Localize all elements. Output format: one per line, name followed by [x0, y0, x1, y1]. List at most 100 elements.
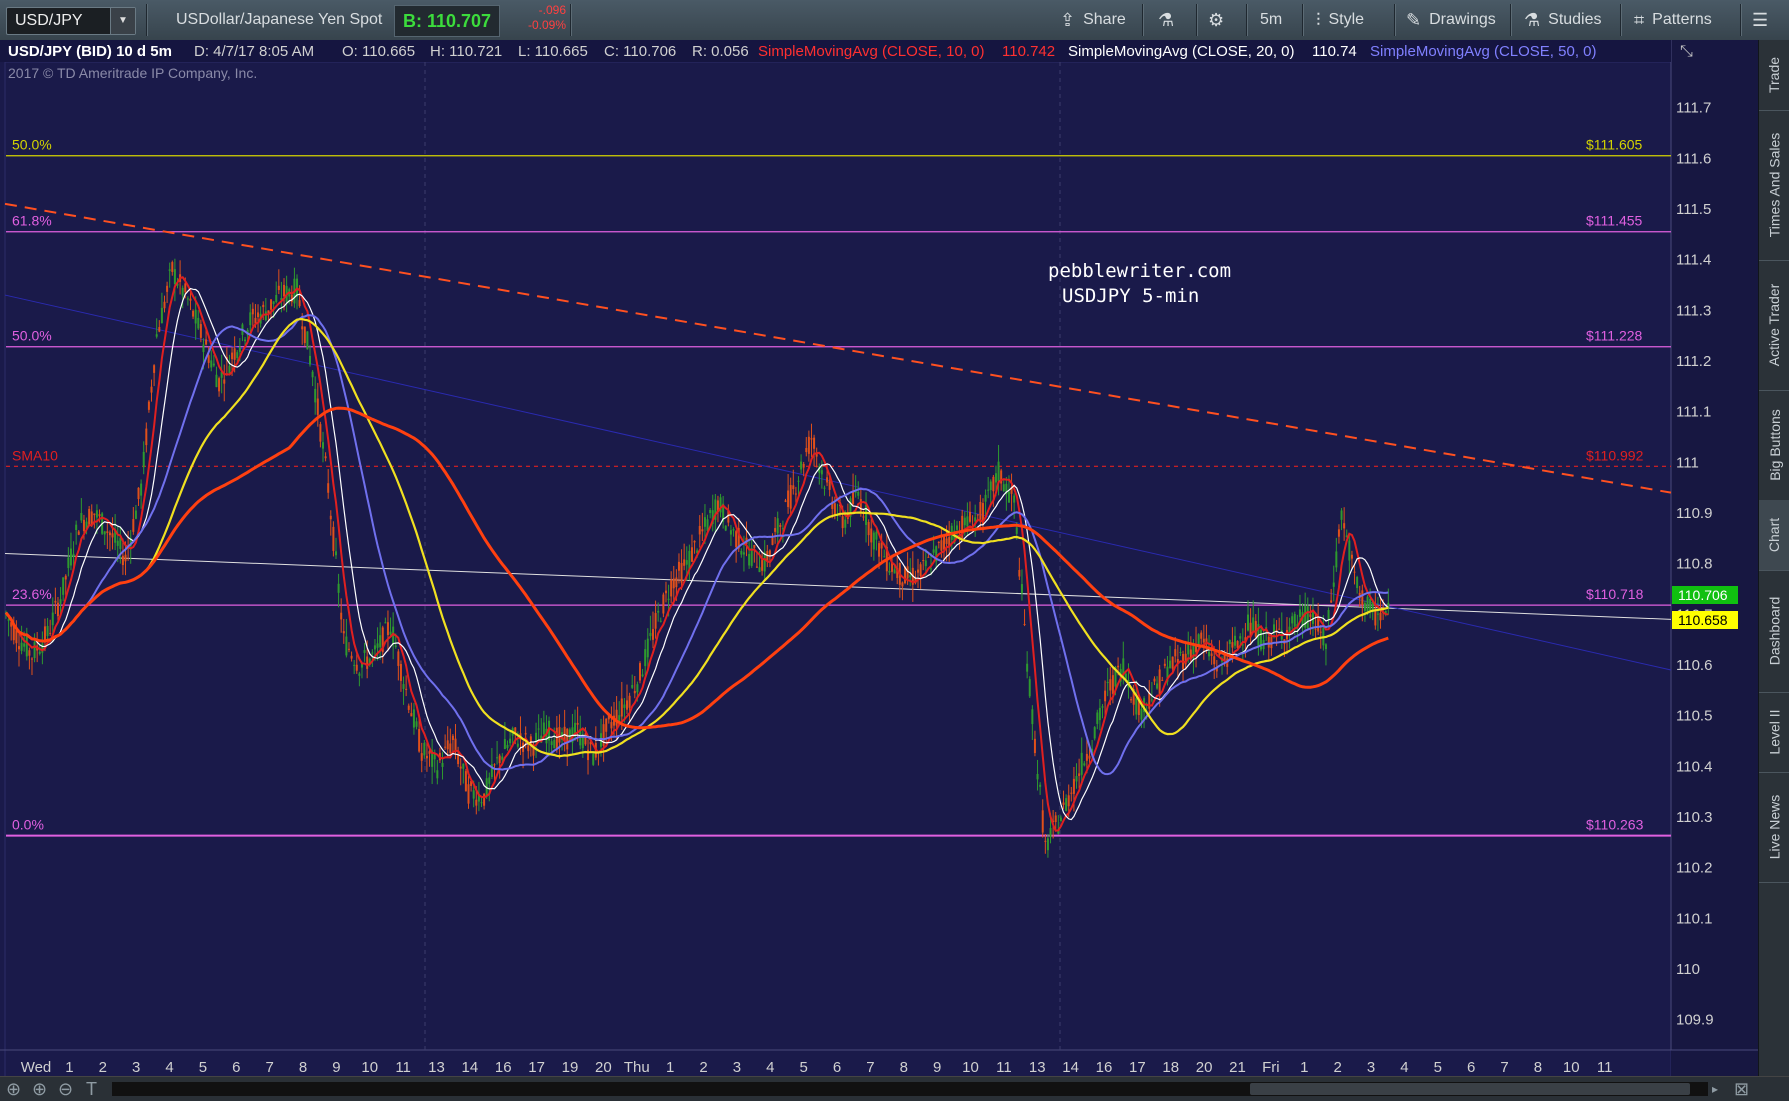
toolbar: USD/JPY ▼ USDollar/Japanese Yen Spot B: …: [0, 0, 1789, 41]
candle-body: [701, 529, 704, 532]
candle-body: [688, 550, 691, 570]
candle-body: [555, 727, 558, 750]
x-tick-label: 2: [99, 1059, 107, 1076]
candle-body: [628, 695, 631, 708]
candle-body: [275, 295, 278, 302]
tab-big-buttons[interactable]: Big Buttons: [1759, 390, 1789, 501]
candle-body: [212, 363, 215, 366]
candle-body: [693, 540, 696, 543]
sma10-label: SimpleMovingAvg (CLOSE, 10, 0): [758, 43, 985, 60]
tab-trade[interactable]: Trade: [1759, 40, 1789, 111]
crosshair-icon[interactable]: ⊕: [6, 1079, 21, 1100]
bid-price: B: 110.707: [403, 11, 492, 31]
timeframe-button[interactable]: 5m: [1260, 0, 1282, 40]
patterns-button[interactable]: ⌗ Patterns: [1634, 0, 1712, 40]
settings-toggle-icon[interactable]: ⊠: [1734, 1079, 1749, 1100]
tab-chart[interactable]: Chart: [1759, 500, 1789, 571]
candle-body: [262, 304, 265, 308]
candle-body: [672, 578, 675, 589]
tab-live-news[interactable]: Live News: [1759, 772, 1789, 883]
candle-body: [332, 526, 335, 551]
candle-body: [25, 635, 28, 657]
tab-dashboard[interactable]: Dashboard: [1759, 570, 1789, 693]
candle-body: [841, 516, 844, 529]
tab-active-trader[interactable]: Active Trader: [1759, 260, 1789, 391]
candle-body: [576, 722, 579, 725]
x-tick-label: 4: [1400, 1059, 1408, 1076]
candle-body: [1135, 698, 1138, 715]
zoom-in-icon[interactable]: ⊕: [32, 1079, 47, 1100]
candle-body: [888, 570, 891, 573]
candle-body: [363, 650, 366, 653]
candle-body: [207, 355, 210, 363]
x-tick-label: 3: [132, 1059, 140, 1076]
menu-button[interactable]: ☰: [1752, 0, 1776, 40]
tab-times-and-sales[interactable]: Times And Sales: [1759, 110, 1789, 261]
price-chart[interactable]: USD/JPY (BID) 10 d 5m D: 4/7/17 8:05 AM …: [0, 40, 1758, 1076]
scrollbar-thumb[interactable]: [1250, 1083, 1690, 1095]
symbol-input[interactable]: USD/JPY ▼: [6, 7, 136, 35]
x-tick-label: 21: [1229, 1059, 1246, 1076]
candle-body: [641, 674, 644, 677]
candle-body: [620, 698, 623, 717]
candle-body: [137, 487, 140, 500]
candle-body: [106, 531, 109, 533]
style-label: Style: [1328, 11, 1365, 28]
style-button[interactable]: ⫶ Style: [1316, 0, 1364, 40]
candle-body: [46, 625, 49, 637]
candle-body: [33, 641, 36, 659]
candle-body: [823, 487, 826, 489]
candle-body: [379, 635, 382, 648]
candle-body: [298, 300, 301, 307]
flask-button[interactable]: ⚗: [1158, 0, 1182, 40]
candle-body: [932, 549, 935, 553]
candle-body: [428, 751, 431, 754]
candle-body: [997, 461, 1000, 481]
candle-body: [309, 355, 312, 365]
candle-body: [111, 533, 114, 538]
candle-body: [51, 612, 54, 626]
candle-body: [1067, 795, 1070, 807]
candle-body: [389, 631, 392, 635]
candle-body: [1363, 603, 1366, 611]
candle-body: [1272, 624, 1275, 633]
x-tick-label: 2: [1333, 1059, 1341, 1076]
candle-body: [789, 485, 792, 509]
candle-body: [516, 743, 519, 747]
scroll-right-icon[interactable]: ▸: [1712, 1082, 1718, 1096]
collapse-icon[interactable]: ⤡: [1680, 43, 1693, 60]
tab-level-ii[interactable]: Level II: [1759, 692, 1789, 773]
candle-body: [475, 799, 478, 806]
candle-body: [397, 651, 400, 666]
chevron-down-icon[interactable]: ▼: [110, 8, 135, 34]
candle-body: [116, 540, 119, 546]
candle-body: [30, 658, 33, 660]
share-button[interactable]: ⇪ Share: [1060, 0, 1126, 40]
x-tick-label: 3: [733, 1059, 741, 1076]
candle-body: [402, 684, 405, 689]
candle-body: [1254, 621, 1257, 637]
candle-body: [1093, 727, 1096, 739]
candle-body: [98, 514, 101, 517]
x-tick-label: 10: [361, 1059, 378, 1076]
text-tool-icon[interactable]: T: [86, 1079, 97, 1100]
drawings-button[interactable]: ✎ Drawings: [1406, 0, 1496, 40]
studies-button[interactable]: ⚗ Studies: [1524, 0, 1602, 40]
candle-body: [771, 537, 774, 545]
candle-body: [805, 447, 808, 453]
candle-body: [1140, 708, 1143, 720]
candle-body: [150, 386, 153, 393]
candle-body: [186, 298, 189, 300]
zoom-out-icon[interactable]: ⊖: [58, 1079, 73, 1100]
fib-price-label: $111.605: [1586, 137, 1643, 153]
candle-body: [1278, 628, 1281, 630]
candle-body: [283, 284, 286, 297]
candle-body: [228, 365, 231, 374]
candle-body: [1208, 651, 1211, 657]
candle-body: [909, 575, 912, 578]
candle-body: [1041, 810, 1044, 833]
x-tick-label: 16: [1096, 1059, 1113, 1076]
x-tick-label: 4: [766, 1059, 774, 1076]
settings-button[interactable]: ⚙: [1208, 0, 1232, 40]
candle-body: [108, 532, 111, 536]
